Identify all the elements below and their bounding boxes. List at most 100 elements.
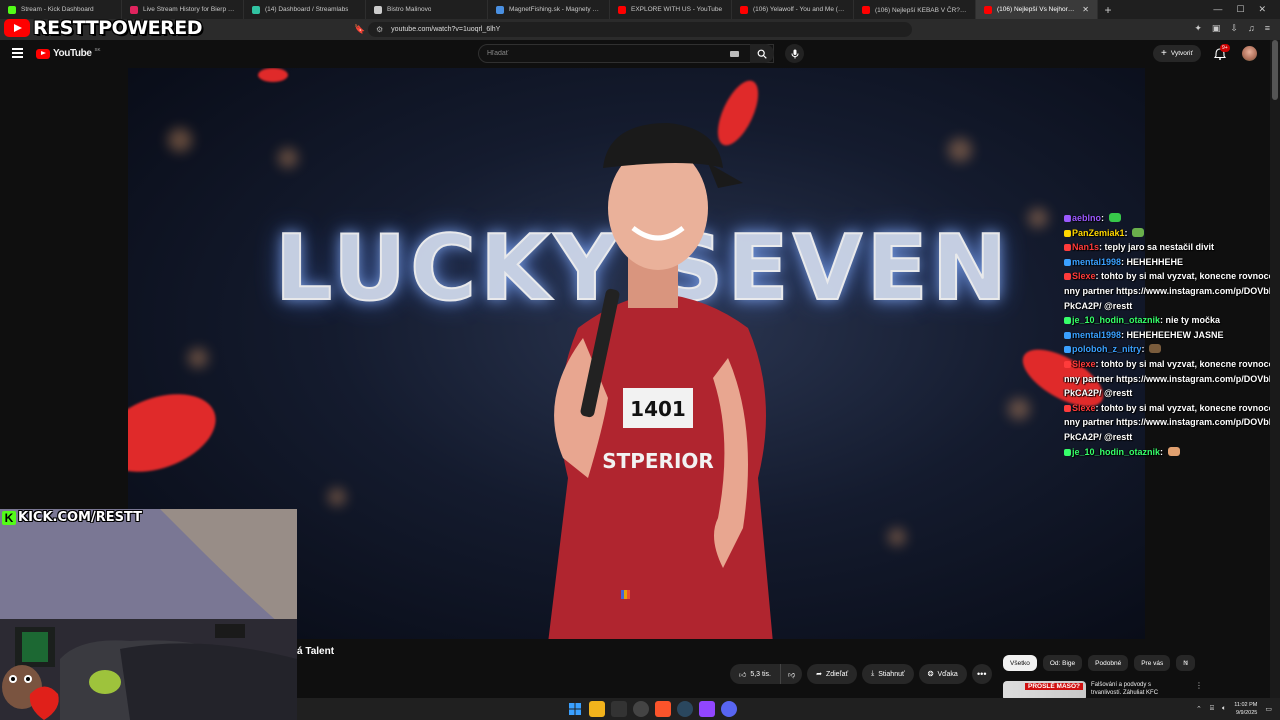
browser-tab[interactable]: (106) Yelawolf - You and Me (Officia xyxy=(732,0,854,19)
tray-expand-icon[interactable]: ⌃ xyxy=(1196,705,1202,713)
kick-channel-overlay: K KICK.COM/RESTT xyxy=(0,509,144,526)
tab-favicon-icon xyxy=(130,5,138,14)
search-box xyxy=(478,44,774,63)
browser-tab[interactable]: EXPLORE WITH US - YouTube xyxy=(610,0,732,19)
chat-badge-icon xyxy=(1064,448,1071,456)
sidebar-icon[interactable]: ▣ xyxy=(1212,23,1221,34)
taskbar-pinned-apps xyxy=(567,701,737,717)
extensions-icon[interactable]: ✦ xyxy=(1194,23,1202,34)
chat-username: Slexe xyxy=(1072,402,1096,413)
notification-center-icon[interactable]: ▭ xyxy=(1265,705,1272,713)
taskbar-clock[interactable]: 11:02 PM 9/9/2025 xyxy=(1234,701,1257,717)
chat-username: Slexe xyxy=(1072,271,1096,282)
site-info-icon[interactable]: ⚙ xyxy=(376,25,383,34)
tab-title: (14) Dashboard / Streamlabs xyxy=(265,6,349,13)
like-dislike-group: 👍︎ 5,3 tis. 👎︎ xyxy=(730,664,803,684)
screen: Stream - Kick Dashboard Live Stream Histo… xyxy=(0,0,1280,720)
file-explorer-icon[interactable] xyxy=(589,701,605,717)
chat-message: Slexe: tohto by si mal vyzvat, konecne r… xyxy=(1064,402,1276,442)
browser-tab[interactable]: (106) Nejlepší KEBAB V ČR? 🥙 Prav xyxy=(854,0,976,19)
kick-logo-icon: K xyxy=(2,510,16,525)
chat-overlay: aeblno: PanZemiak1: Nan1s: teply jaro sa… xyxy=(1064,211,1278,459)
tab-close-icon[interactable]: ✕ xyxy=(1082,5,1089,14)
keyboard-icon[interactable] xyxy=(730,51,739,57)
chat-message: Slexe: tohto by si mal vyzvat, konecne r… xyxy=(1064,271,1276,311)
menu-icon[interactable]: ≡ xyxy=(1265,23,1270,34)
chat-text: tohto by si mal vyzvat, konecne rovnocen… xyxy=(1064,271,1276,311)
chat-badge-icon xyxy=(1064,215,1071,222)
thanks-icon: ❂ xyxy=(927,671,934,678)
youtube-logo-icon xyxy=(4,19,30,37)
browser-tab[interactable]: (14) Dashboard / Streamlabs xyxy=(244,0,366,19)
page-scrollbar[interactable] xyxy=(1270,40,1280,698)
chat-text: HEHEHHEHE xyxy=(1126,256,1184,267)
media-icon[interactable]: ♫ xyxy=(1248,23,1255,34)
youtube-home-logo[interactable]: YouTube SK xyxy=(36,47,101,59)
tab-title: MagnetFishing.sk - Magnety a laná p xyxy=(509,6,601,13)
chat-message: je_10_hodin_otaznik: nie ty močka xyxy=(1064,313,1278,328)
url-field[interactable]: ⚙ youtube.com/watch?v=1uoqrl_6lhY xyxy=(368,22,912,37)
close-icon[interactable]: ✕ xyxy=(1258,4,1266,15)
webcam-room-scene xyxy=(0,509,297,720)
chat-username: poloboh_z_nitry xyxy=(1072,344,1142,355)
chat-message: poloboh_z_nitry: xyxy=(1064,342,1278,357)
network-icon[interactable]: ⌸ xyxy=(1210,705,1214,713)
browser-tab[interactable]: (106) Nejlepší Vs Nejhorší P... ✕ xyxy=(976,0,1098,19)
tab-favicon-icon xyxy=(618,5,626,14)
download-button[interactable]: ⤓ Stiahnuť xyxy=(862,664,914,684)
search-input[interactable] xyxy=(487,50,717,57)
youtube-masthead: YouTube SK + Vytvoriť 9+ xyxy=(0,40,1280,68)
more-actions-button[interactable]: ••• xyxy=(971,664,992,684)
filter-chip[interactable]: Podobné xyxy=(1088,655,1129,671)
obs-icon[interactable] xyxy=(633,701,649,717)
like-button[interactable]: 👍︎ 5,3 tis. xyxy=(730,664,780,684)
stream-brand-overlay: RESTTPOWERED xyxy=(4,16,203,40)
chat-username: je_10_hodin_otaznik xyxy=(1072,315,1161,326)
chevron-right-icon[interactable]: › xyxy=(1185,657,1188,667)
video-progress-indicator xyxy=(621,590,630,599)
tab-title: (106) Yelawolf - You and Me (Officia xyxy=(753,6,845,13)
minimize-icon[interactable]: — xyxy=(1213,4,1222,15)
filter-chip[interactable]: Všetko xyxy=(1003,655,1037,671)
search-button[interactable] xyxy=(750,44,774,63)
discord-icon[interactable] xyxy=(721,701,737,717)
tab-title: Stream - Kick Dashboard xyxy=(21,6,94,13)
brave-browser-icon[interactable] xyxy=(655,701,671,717)
steam-icon[interactable] xyxy=(677,701,693,717)
tab-title: EXPLORE WITH US - YouTube xyxy=(631,6,723,13)
chat-emote-icon xyxy=(1167,446,1180,456)
chat-badge-icon xyxy=(1064,229,1071,237)
microphone-icon xyxy=(791,49,798,58)
url-text: youtube.com/watch?v=1uoqrl_6lhY xyxy=(391,26,501,33)
chat-message: Slexe: tohto by si mal vyzvat, konecne r… xyxy=(1064,358,1276,399)
new-tab-button[interactable]: + xyxy=(1098,3,1118,17)
tab-favicon-icon xyxy=(740,5,748,14)
chat-badge-icon xyxy=(1064,331,1071,339)
thanks-button[interactable]: ❂ Vďaka xyxy=(918,664,967,684)
share-button[interactable]: ➦ Zdieľať xyxy=(807,664,858,684)
browser-tab[interactable]: Bistro Malinovo xyxy=(366,0,488,19)
filter-chip[interactable]: Od: Bige xyxy=(1042,655,1083,671)
create-button[interactable]: + Vytvoriť xyxy=(1153,45,1201,62)
volume-icon[interactable]: 🔈︎ xyxy=(1222,705,1226,713)
maximize-icon[interactable]: ☐ xyxy=(1236,4,1244,15)
terminal-icon[interactable] xyxy=(611,701,627,717)
thumbnail-caption: PROSLÉ MASO? xyxy=(1025,683,1084,690)
chat-username: Nan1s xyxy=(1072,242,1100,253)
bookmark-icon[interactable]: 🔖 xyxy=(354,24,365,35)
voice-search-button[interactable] xyxy=(785,44,804,63)
dislike-button[interactable]: 👎︎ xyxy=(779,664,803,684)
download-icon[interactable]: ⇩ xyxy=(1230,23,1238,34)
twitch-icon[interactable] xyxy=(699,701,715,717)
chat-username: Slexe xyxy=(1072,358,1096,369)
account-avatar[interactable] xyxy=(1242,46,1257,61)
tab-title: (106) Nejlepší KEBAB V ČR? 🥙 Prav xyxy=(875,6,967,14)
performer-figure: 1401 STPERIOR xyxy=(548,123,773,639)
browser-tab[interactable]: MagnetFishing.sk - Magnety a laná p xyxy=(488,0,610,19)
windows-start-icon[interactable] xyxy=(567,701,583,717)
chat-badge-icon xyxy=(1064,273,1071,281)
browser-toolbar: ✦ ▣ ⇩ ♫ ≡ xyxy=(1194,23,1270,34)
filter-chip[interactable]: Pre vás xyxy=(1134,655,1171,671)
svg-text:1401: 1401 xyxy=(630,397,686,421)
hamburger-menu-icon[interactable] xyxy=(12,48,23,58)
